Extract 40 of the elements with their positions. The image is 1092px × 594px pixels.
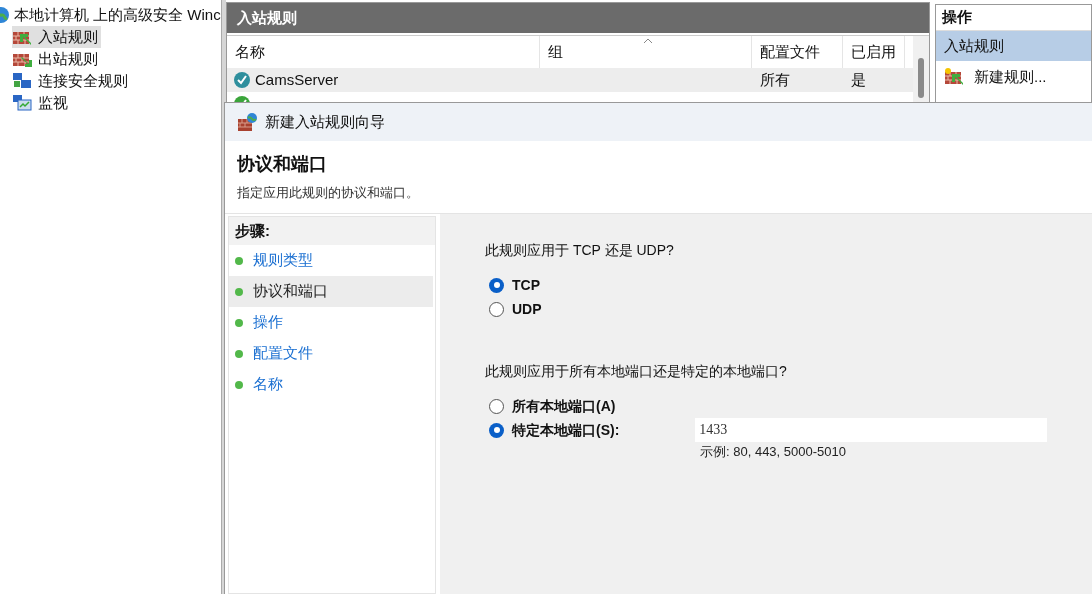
radio-label: 特定本地端口(S): <box>512 420 620 440</box>
radio-button[interactable] <box>489 301 504 317</box>
question-text: 此规则应用于所有本地端口还是特定的本地端口? <box>485 362 788 381</box>
radio-button[interactable] <box>489 398 504 414</box>
port-input-field[interactable]: 1433 <box>695 418 1048 442</box>
radio-label: UDP <box>512 299 542 319</box>
page-heading: 协议和端口 <box>237 152 328 176</box>
example-hint: 示例: 80, 443, 5000-5010 <box>700 443 847 461</box>
new-rule-icon <box>944 68 964 86</box>
step-link[interactable]: 操作 <box>253 311 283 334</box>
step-dot-icon <box>235 318 243 327</box>
tree-item[interactable]: 监视 <box>12 91 71 115</box>
action-section-header[interactable]: 入站规则 <box>936 31 1091 61</box>
action-item[interactable]: 新建规则... <box>936 61 1091 93</box>
tree-root-label[interactable]: 本地计算机 上的高级安全 Winc <box>14 3 221 27</box>
window-title: 新建入站规则向导 <box>265 111 385 132</box>
step-dot-icon <box>235 256 243 265</box>
step-dot-icon <box>235 349 243 358</box>
tree-item[interactable]: 出站规则 <box>12 47 101 71</box>
radio-label: 所有本地端口(A) <box>512 396 616 416</box>
radio-label: TCP <box>512 275 540 295</box>
table-cell-text: 所有 <box>760 69 790 90</box>
step-link[interactable]: 规则类型 <box>253 249 313 272</box>
radio-button[interactable] <box>489 277 504 293</box>
step-link[interactable]: 名称 <box>253 373 283 396</box>
step-dot-icon <box>235 287 243 296</box>
firewall-globe-icon <box>237 112 257 132</box>
network-computers-icon <box>12 72 32 90</box>
tree-item[interactable]: 入站规则 <box>12 25 101 49</box>
steps-title: 步骤: <box>229 217 435 245</box>
step-dot-icon <box>235 380 243 389</box>
step-link[interactable]: 配置文件 <box>253 342 313 365</box>
radio-button[interactable] <box>489 422 504 438</box>
tree-item[interactable]: 连接安全规则 <box>12 69 131 93</box>
panel-title: 入站规则 <box>227 3 929 33</box>
monitor-icon <box>12 94 32 112</box>
question-text: 此规则应用于 TCP 还是 UDP? <box>485 241 675 260</box>
page-description: 指定应用此规则的协议和端口。 <box>237 184 420 202</box>
table-cell-text: 是 <box>851 69 866 90</box>
table-cell-text: CamsServer <box>255 69 339 90</box>
